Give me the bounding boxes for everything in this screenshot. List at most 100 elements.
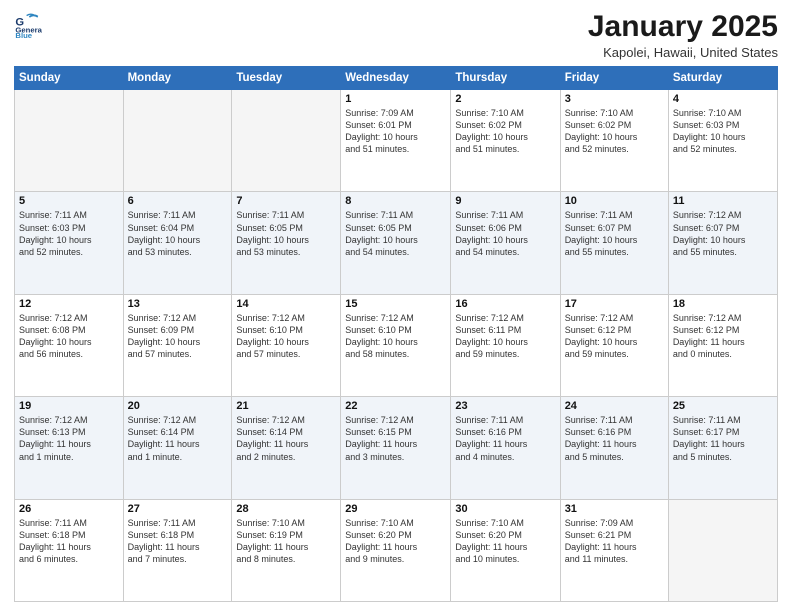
day-number: 26	[19, 503, 119, 515]
day-info: Sunrise: 7:12 AM Sunset: 6:15 PM Dayligh…	[345, 414, 446, 463]
calendar-cell: 20 Sunrise: 7:12 AM Sunset: 6:14 PM Dayli…	[123, 397, 232, 499]
calendar-cell: 28 Sunrise: 7:10 AM Sunset: 6:19 PM Dayli…	[232, 499, 341, 601]
calendar: Sunday Monday Tuesday Wednesday Thursday…	[14, 66, 778, 602]
col-thursday: Thursday	[451, 67, 560, 90]
day-info: Sunrise: 7:12 AM Sunset: 6:09 PM Dayligh…	[128, 312, 228, 361]
day-number: 28	[236, 503, 336, 515]
day-number: 27	[128, 503, 228, 515]
calendar-cell	[668, 499, 777, 601]
calendar-cell: 13Sunrise: 7:12 AM Sunset: 6:09 PM Dayli…	[123, 294, 232, 396]
logo-icon: G General Blue	[14, 10, 42, 38]
main-title: January 2025	[588, 10, 778, 43]
day-info: Sunrise: 7:12 AM Sunset: 6:12 PM Dayligh…	[673, 312, 773, 361]
calendar-week-2: 5Sunrise: 7:11 AM Sunset: 6:03 PM Daylig…	[15, 192, 778, 294]
day-number: 3	[565, 93, 664, 105]
day-number: 12	[19, 298, 119, 310]
day-number: 17	[565, 298, 664, 310]
day-number: 11	[673, 195, 773, 207]
day-number: 31	[565, 503, 664, 515]
day-number: 7	[236, 195, 336, 207]
day-number: 5	[19, 195, 119, 207]
day-info: Sunrise: 7:12 AM Sunset: 6:10 PM Dayligh…	[236, 312, 336, 361]
day-info: Sunrise: 7:10 AM Sunset: 6:20 PM Dayligh…	[455, 517, 555, 566]
day-info: Sunrise: 7:11 AM Sunset: 6:16 PM Dayligh…	[455, 414, 555, 463]
day-number: 25	[673, 400, 773, 412]
svg-text:Blue: Blue	[15, 31, 32, 38]
day-info: Sunrise: 7:10 AM Sunset: 6:20 PM Dayligh…	[345, 517, 446, 566]
day-info: Sunrise: 7:11 AM Sunset: 6:05 PM Dayligh…	[345, 209, 446, 258]
day-info: Sunrise: 7:11 AM Sunset: 6:18 PM Dayligh…	[128, 517, 228, 566]
day-number: 10	[565, 195, 664, 207]
calendar-cell: 19 Sunrise: 7:12 AM Sunset: 6:13 PM Dayli…	[15, 397, 124, 499]
logo: G General Blue	[14, 10, 42, 38]
day-info: Sunrise: 7:12 AM Sunset: 6:14 PM Dayligh…	[128, 414, 228, 463]
calendar-cell: 29 Sunrise: 7:10 AM Sunset: 6:20 PM Dayli…	[341, 499, 451, 601]
calendar-cell: 1 Sunrise: 7:09 AM Sunset: 6:01 PM Daylig…	[341, 90, 451, 192]
calendar-cell: 21 Sunrise: 7:12 AM Sunset: 6:14 PM Dayli…	[232, 397, 341, 499]
col-sunday: Sunday	[15, 67, 124, 90]
day-info: Sunrise: 7:12 AM Sunset: 6:08 PM Dayligh…	[19, 312, 119, 361]
calendar-cell	[123, 90, 232, 192]
day-info: Sunrise: 7:11 AM Sunset: 6:18 PM Dayligh…	[19, 517, 119, 566]
calendar-cell: 10 Sunrise: 7:11 AM Sunset: 6:07 PM Dayli…	[560, 192, 668, 294]
calendar-cell: 9 Sunrise: 7:11 AM Sunset: 6:06 PM Daylig…	[451, 192, 560, 294]
day-info: Sunrise: 7:11 AM Sunset: 6:16 PM Dayligh…	[565, 414, 664, 463]
calendar-cell: 7 Sunrise: 7:11 AM Sunset: 6:05 PM Daylig…	[232, 192, 341, 294]
day-number: 9	[455, 195, 555, 207]
col-friday: Friday	[560, 67, 668, 90]
calendar-week-1: 1 Sunrise: 7:09 AM Sunset: 6:01 PM Daylig…	[15, 90, 778, 192]
day-info: Sunrise: 7:09 AM Sunset: 6:01 PM Dayligh…	[345, 107, 446, 156]
calendar-week-3: 12 Sunrise: 7:12 AM Sunset: 6:08 PM Dayli…	[15, 294, 778, 396]
day-info: Sunrise: 7:12 AM Sunset: 6:14 PM Dayligh…	[236, 414, 336, 463]
calendar-cell: 31 Sunrise: 7:09 AM Sunset: 6:21 PM Dayli…	[560, 499, 668, 601]
day-number: 22	[345, 400, 446, 412]
day-number: 14	[236, 298, 336, 310]
day-number: 19	[19, 400, 119, 412]
calendar-cell: 22 Sunrise: 7:12 AM Sunset: 6:15 PM Dayli…	[341, 397, 451, 499]
calendar-cell: 23 Sunrise: 7:11 AM Sunset: 6:16 PM Dayli…	[451, 397, 560, 499]
calendar-header-row: Sunday Monday Tuesday Wednesday Thursday…	[15, 67, 778, 90]
day-number: 6	[128, 195, 228, 207]
calendar-cell: 14 Sunrise: 7:12 AM Sunset: 6:10 PM Dayli…	[232, 294, 341, 396]
col-wednesday: Wednesday	[341, 67, 451, 90]
day-number: 24	[565, 400, 664, 412]
day-number: 15	[345, 298, 446, 310]
day-info: Sunrise: 7:11 AM Sunset: 6:05 PM Dayligh…	[236, 209, 336, 258]
subtitle: Kapolei, Hawaii, United States	[588, 45, 778, 60]
day-info: Sunrise: 7:10 AM Sunset: 6:19 PM Dayligh…	[236, 517, 336, 566]
day-number: 8	[345, 195, 446, 207]
calendar-cell	[15, 90, 124, 192]
calendar-cell: 17 Sunrise: 7:12 AM Sunset: 6:12 PM Dayli…	[560, 294, 668, 396]
calendar-cell: 30 Sunrise: 7:10 AM Sunset: 6:20 PM Dayli…	[451, 499, 560, 601]
day-info: Sunrise: 7:11 AM Sunset: 6:06 PM Dayligh…	[455, 209, 555, 258]
col-saturday: Saturday	[668, 67, 777, 90]
day-number: 18	[673, 298, 773, 310]
day-number: 23	[455, 400, 555, 412]
calendar-week-5: 26 Sunrise: 7:11 AM Sunset: 6:18 PM Dayli…	[15, 499, 778, 601]
day-number: 29	[345, 503, 446, 515]
day-info: Sunrise: 7:12 AM Sunset: 6:12 PM Dayligh…	[565, 312, 664, 361]
day-info: Sunrise: 7:10 AM Sunset: 6:02 PM Dayligh…	[455, 107, 555, 156]
calendar-cell: 8 Sunrise: 7:11 AM Sunset: 6:05 PM Daylig…	[341, 192, 451, 294]
calendar-cell: 27 Sunrise: 7:11 AM Sunset: 6:18 PM Dayli…	[123, 499, 232, 601]
day-info: Sunrise: 7:09 AM Sunset: 6:21 PM Dayligh…	[565, 517, 664, 566]
calendar-cell: 15Sunrise: 7:12 AM Sunset: 6:10 PM Dayli…	[341, 294, 451, 396]
calendar-cell: 12 Sunrise: 7:12 AM Sunset: 6:08 PM Dayli…	[15, 294, 124, 396]
day-number: 30	[455, 503, 555, 515]
calendar-cell: 3 Sunrise: 7:10 AM Sunset: 6:02 PM Daylig…	[560, 90, 668, 192]
header: G General Blue January 2025 Kapolei, Haw…	[14, 10, 778, 60]
day-number: 20	[128, 400, 228, 412]
day-number: 4	[673, 93, 773, 105]
day-info: Sunrise: 7:11 AM Sunset: 6:07 PM Dayligh…	[565, 209, 664, 258]
page: G General Blue January 2025 Kapolei, Haw…	[0, 0, 792, 612]
calendar-cell: 6Sunrise: 7:11 AM Sunset: 6:04 PM Daylig…	[123, 192, 232, 294]
calendar-cell: 2Sunrise: 7:10 AM Sunset: 6:02 PM Daylig…	[451, 90, 560, 192]
calendar-cell: 25 Sunrise: 7:11 AM Sunset: 6:17 PM Dayli…	[668, 397, 777, 499]
day-number: 1	[345, 93, 446, 105]
day-info: Sunrise: 7:10 AM Sunset: 6:03 PM Dayligh…	[673, 107, 773, 156]
day-number: 21	[236, 400, 336, 412]
day-info: Sunrise: 7:11 AM Sunset: 6:17 PM Dayligh…	[673, 414, 773, 463]
day-info: Sunrise: 7:12 AM Sunset: 6:13 PM Dayligh…	[19, 414, 119, 463]
day-info: Sunrise: 7:10 AM Sunset: 6:02 PM Dayligh…	[565, 107, 664, 156]
col-monday: Monday	[123, 67, 232, 90]
